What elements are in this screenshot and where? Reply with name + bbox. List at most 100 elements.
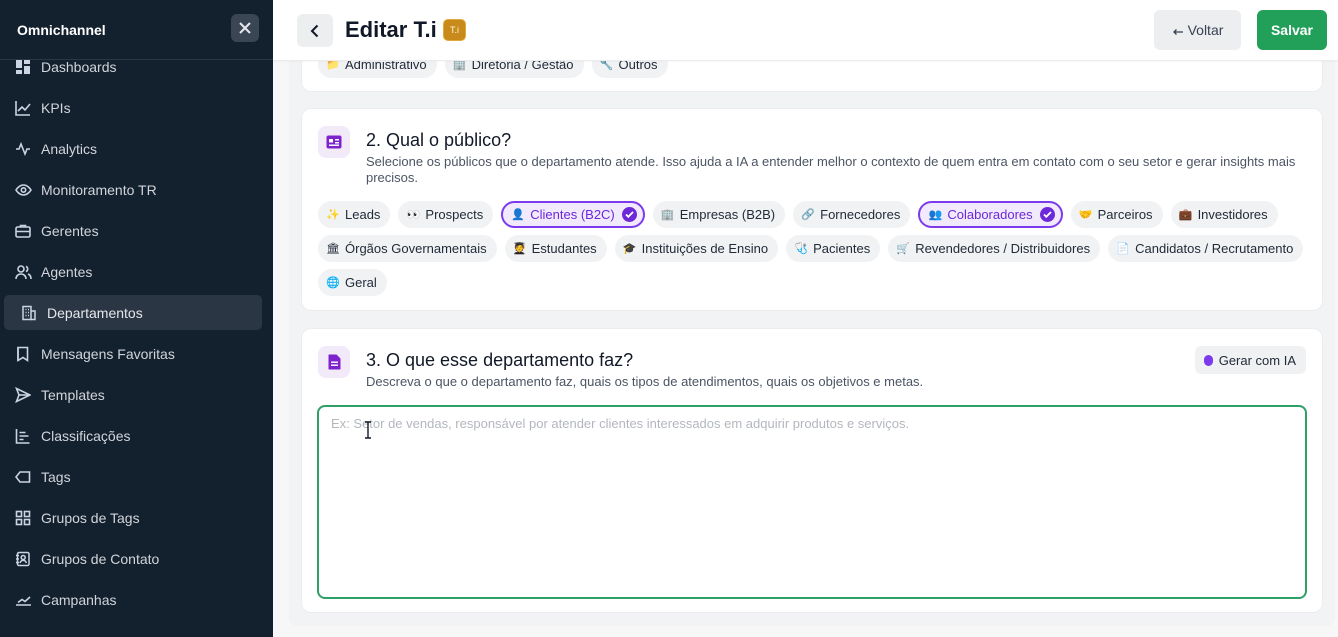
- close-sidebar-button[interactable]: [231, 13, 259, 42]
- sidebar-item-label: Templates: [41, 386, 105, 403]
- chip-colaboradores[interactable]: 👥 Colaboradores: [918, 201, 1063, 228]
- sidebar-item-label: Monitoramento TR: [41, 181, 157, 198]
- chip-parceiros[interactable]: 🤝 Parceiros: [1070, 201, 1163, 228]
- chip-label: Investidores: [1197, 207, 1268, 222]
- sidebar-item-label: Analytics: [41, 140, 98, 157]
- grid-icon: [14, 509, 32, 527]
- chip-estudantes[interactable]: 🧑‍🎓 Estudantes: [504, 235, 607, 262]
- sidebar-item-gerentes[interactable]: Gerentes: [0, 210, 273, 251]
- page-header: Editar T.i T.i Voltar Salvar: [273, 0, 1338, 61]
- eyes-icon: 👀: [406, 209, 421, 221]
- chip-label: Parceiros: [1097, 207, 1153, 222]
- page-title: Editar T.i: [345, 17, 437, 42]
- sidebar-item-grupos-de-contato[interactable]: Grupos de Contato: [0, 538, 273, 579]
- chip-label: Revendedores / Distribuidores: [915, 241, 1091, 256]
- sidebar-item-label: Grupos de Tags: [41, 509, 140, 526]
- chip-label: Empresas (B2B): [679, 207, 776, 222]
- users-icon: [14, 263, 32, 281]
- office-icon: 🏢: [660, 209, 675, 221]
- voltar-button[interactable]: Voltar: [1154, 10, 1241, 50]
- sidebar-item-label: Classificações: [41, 427, 131, 444]
- sidebar-item-label: KPIs: [41, 99, 71, 116]
- generate-with-ai-label: Gerar com IA: [1218, 352, 1296, 368]
- stethoscope-icon: 🩺: [794, 243, 808, 255]
- sidebar-header: Omnichannel: [0, 0, 273, 60]
- sidebar-item-tags[interactable]: Tags: [0, 456, 273, 497]
- audience-chips-row-1: ✨ Leads 👀 Prospects 👤 Clientes (B2C) 🏢 Empre…: [318, 201, 1278, 228]
- chip-label: Leads: [345, 207, 381, 222]
- tag-icon: [14, 468, 32, 486]
- graduation-cap-icon: 🎓: [622, 243, 637, 255]
- text-cursor-icon: [365, 421, 371, 439]
- sidebar-item-kpis[interactable]: KPIs: [0, 87, 273, 128]
- chip-empresas-b2b[interactable]: 🏢 Empresas (B2B): [652, 201, 786, 228]
- arrow-left-icon: [1172, 29, 1183, 35]
- sidebar-item-label: Tags: [41, 468, 71, 485]
- chip-prospects[interactable]: 👀 Prospects: [398, 201, 494, 228]
- link-icon: 🔗: [801, 209, 815, 221]
- sidebar-item-campanhas[interactable]: Campanhas: [0, 579, 273, 620]
- audience-chips-row-2: 🏛 Órgãos Governamentais 🧑‍🎓 Estudantes 🎓 In…: [318, 235, 1304, 262]
- bookmark-icon: [14, 345, 32, 363]
- line-chart-icon: [14, 99, 32, 117]
- sidebar-item-analytics[interactable]: Analytics: [0, 128, 273, 169]
- sidebar: Dashboards KPIs Analytics Monitoramento …: [0, 0, 273, 637]
- chip-candidatos-recrutamento[interactable]: 📄 Candidatos / Recrutamento: [1108, 235, 1304, 262]
- ai-sparkle-icon: [1203, 354, 1213, 366]
- back-arrow-button[interactable]: [297, 14, 333, 47]
- megaphone-icon: [14, 591, 32, 609]
- handshake-icon: 🤝: [1078, 209, 1093, 221]
- chip-geral[interactable]: 🌐 Geral: [318, 269, 387, 296]
- cart-icon: 🛒: [896, 243, 911, 255]
- file-text-icon: [318, 346, 350, 378]
- document-icon: 📄: [1116, 243, 1130, 255]
- chip-clientes-b2c[interactable]: 👤 Clientes (B2C): [501, 201, 645, 228]
- chip-leads[interactable]: ✨ Leads: [318, 201, 391, 228]
- sidebar-item-classificacoes[interactable]: Classificações: [0, 415, 273, 456]
- chip-label: Candidatos / Recrutamento: [1135, 241, 1294, 256]
- person-icon: 👤: [511, 209, 526, 221]
- sidebar-item-label: Agentes: [41, 263, 93, 280]
- chip-label: Colaboradores: [947, 207, 1033, 222]
- activity-icon: [14, 140, 32, 158]
- send-icon: [14, 386, 32, 404]
- check-icon: [1039, 207, 1055, 222]
- sidebar-item-label: Dashboards: [41, 58, 117, 75]
- chip-label: Prospects: [425, 207, 484, 222]
- generate-with-ai-button[interactable]: Gerar com IA: [1194, 346, 1306, 374]
- save-button[interactable]: Salvar: [1257, 10, 1327, 50]
- chip-label: Clientes (B2C): [530, 207, 615, 222]
- building-icon: [20, 304, 38, 322]
- section-what-description: Descreva o que o departamento faz, quais…: [366, 374, 924, 389]
- chip-label: Geral: [345, 275, 377, 290]
- chip-fornecedores[interactable]: 🔗 Fornecedores: [793, 201, 911, 228]
- chip-label: Instituições de Ensino: [641, 241, 769, 256]
- sidebar-item-monitoramento[interactable]: Monitoramento TR: [0, 169, 273, 210]
- department-description-textarea[interactable]: [317, 405, 1307, 599]
- close-icon: [239, 21, 251, 34]
- section-audience: 2. Qual o público? Selecione os públicos…: [301, 108, 1323, 311]
- chip-orgaos-governamentais[interactable]: 🏛 Órgãos Governamentais: [318, 235, 497, 262]
- department-badge: T.i: [443, 19, 466, 41]
- people-icon: 👥: [928, 209, 943, 221]
- section-what-title: 3. O que esse departamento faz?: [366, 350, 634, 370]
- bars-icon: [14, 427, 32, 445]
- chip-label: Pacientes: [813, 241, 871, 256]
- chip-pacientes[interactable]: 🩺 Pacientes: [786, 235, 881, 262]
- sidebar-item-mensagens-favoritas[interactable]: Mensagens Favoritas: [0, 333, 273, 374]
- sidebar-item-templates[interactable]: Templates: [0, 374, 273, 415]
- sparkles-icon: ✨: [326, 209, 340, 221]
- sidebar-item-agentes[interactable]: Agentes: [0, 251, 273, 292]
- chip-investidores[interactable]: 💼 Investidores: [1170, 201, 1278, 228]
- audience-chips-row-3: 🌐 Geral: [318, 269, 387, 296]
- chip-instituicoes-de-ensino[interactable]: 🎓 Instituições de Ensino: [614, 235, 779, 262]
- main-content: 📁 Administrativo 🏢 Diretoria / Gestão 🔧 Out…: [289, 0, 1335, 626]
- sidebar-item-label: Campanhas: [41, 591, 117, 608]
- sidebar-item-grupos-de-tags[interactable]: Grupos de Tags: [0, 497, 273, 538]
- contacts-icon: [14, 550, 32, 568]
- chip-label: Estudantes: [531, 241, 597, 256]
- sidebar-item-label: Grupos de Contato: [41, 550, 160, 567]
- chip-label: Órgãos Governamentais: [345, 241, 487, 256]
- sidebar-item-departamentos[interactable]: Departamentos: [4, 295, 262, 330]
- chip-revendedores-distribuidores[interactable]: 🛒 Revendedores / Distribuidores: [888, 235, 1101, 262]
